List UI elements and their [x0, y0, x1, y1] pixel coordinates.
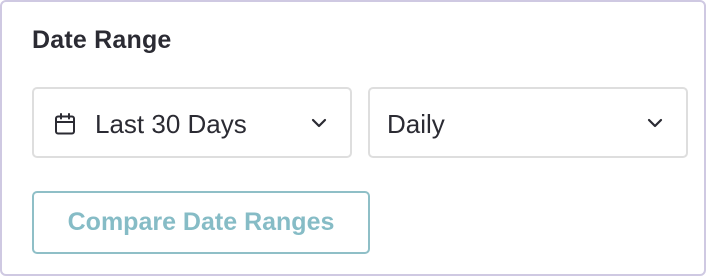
frequency-value: Daily	[387, 109, 445, 139]
section-title: Date Range	[32, 26, 172, 54]
date-range-value: Last 30 Days	[95, 109, 247, 139]
compare-date-ranges-button[interactable]: Compare Date Ranges	[32, 191, 370, 254]
chevron-down-icon	[647, 118, 663, 128]
date-range-select[interactable]: Last 30 Days	[32, 87, 352, 158]
date-range-panel: Date Range Last 30 Days Daily Compare Da…	[0, 0, 706, 276]
frequency-select[interactable]: Daily	[368, 87, 688, 158]
calendar-icon	[55, 113, 75, 135]
chevron-down-icon	[311, 118, 327, 128]
